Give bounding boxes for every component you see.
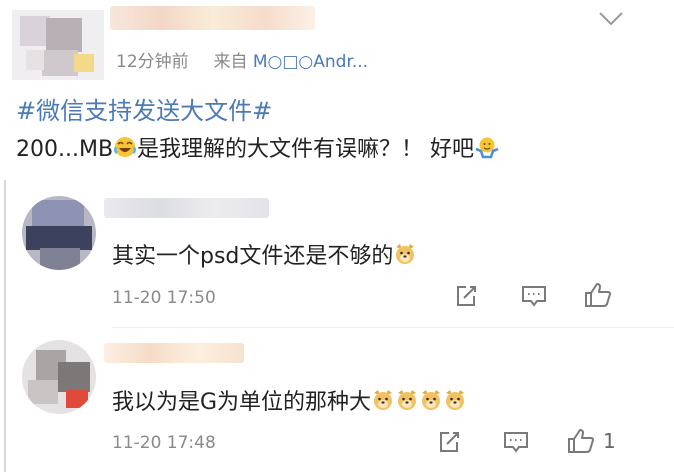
- like-button[interactable]: [584, 282, 620, 308]
- doge-emoji-icon: [395, 388, 419, 418]
- thumbs-up-icon: [584, 282, 612, 308]
- comment-time: 11-20 17:48: [112, 433, 216, 453]
- laugh-cry-emoji-icon: [113, 135, 137, 165]
- repost-button[interactable]: [437, 430, 461, 454]
- comment-text: 其实一个psd文件还是不够的: [112, 244, 394, 269]
- avatar[interactable]: [12, 10, 104, 80]
- doge-emoji-icon: [393, 242, 417, 272]
- thumbs-up-icon: [567, 428, 595, 454]
- comment-button[interactable]: [521, 284, 547, 308]
- comment-text: 我以为是G为单位的那种大: [112, 390, 372, 415]
- post-source-device[interactable]: M○□○Andr...: [253, 52, 368, 72]
- post-time: 12分钟前: [116, 52, 189, 72]
- like-count: 1: [603, 429, 616, 453]
- repost-button[interactable]: [454, 284, 478, 308]
- doge-emoji-icon: [371, 388, 395, 418]
- edit-repost-icon: [437, 430, 461, 454]
- left-edge-line: [4, 180, 6, 472]
- like-button[interactable]: 1: [567, 428, 616, 454]
- username-blurred[interactable]: [104, 198, 269, 218]
- doge-emoji-icon: [443, 388, 467, 418]
- hashtag-link[interactable]: #微信支持发送大文件#: [16, 91, 272, 126]
- shrug-emoji-icon: [474, 135, 500, 165]
- comment-icon: [521, 284, 547, 308]
- avatar[interactable]: [22, 196, 96, 270]
- chevron-down-icon[interactable]: [598, 10, 624, 32]
- comment-divider: [112, 327, 674, 328]
- avatar[interactable]: [22, 340, 96, 414]
- post-text-part2: 是我理解的大文件有误嘛？！ 好吧: [137, 137, 475, 162]
- comment-icon: [503, 430, 529, 454]
- comment-button[interactable]: [503, 430, 529, 454]
- edit-repost-icon: [454, 284, 478, 308]
- username-blurred[interactable]: [104, 343, 244, 363]
- username-blurred[interactable]: [110, 6, 315, 30]
- post-text-part1: 200...MB: [16, 137, 114, 162]
- doge-emoji-icon: [419, 388, 443, 418]
- comment-time: 11-20 17:50: [112, 288, 216, 308]
- post-source-prefix: 来自: [213, 52, 248, 72]
